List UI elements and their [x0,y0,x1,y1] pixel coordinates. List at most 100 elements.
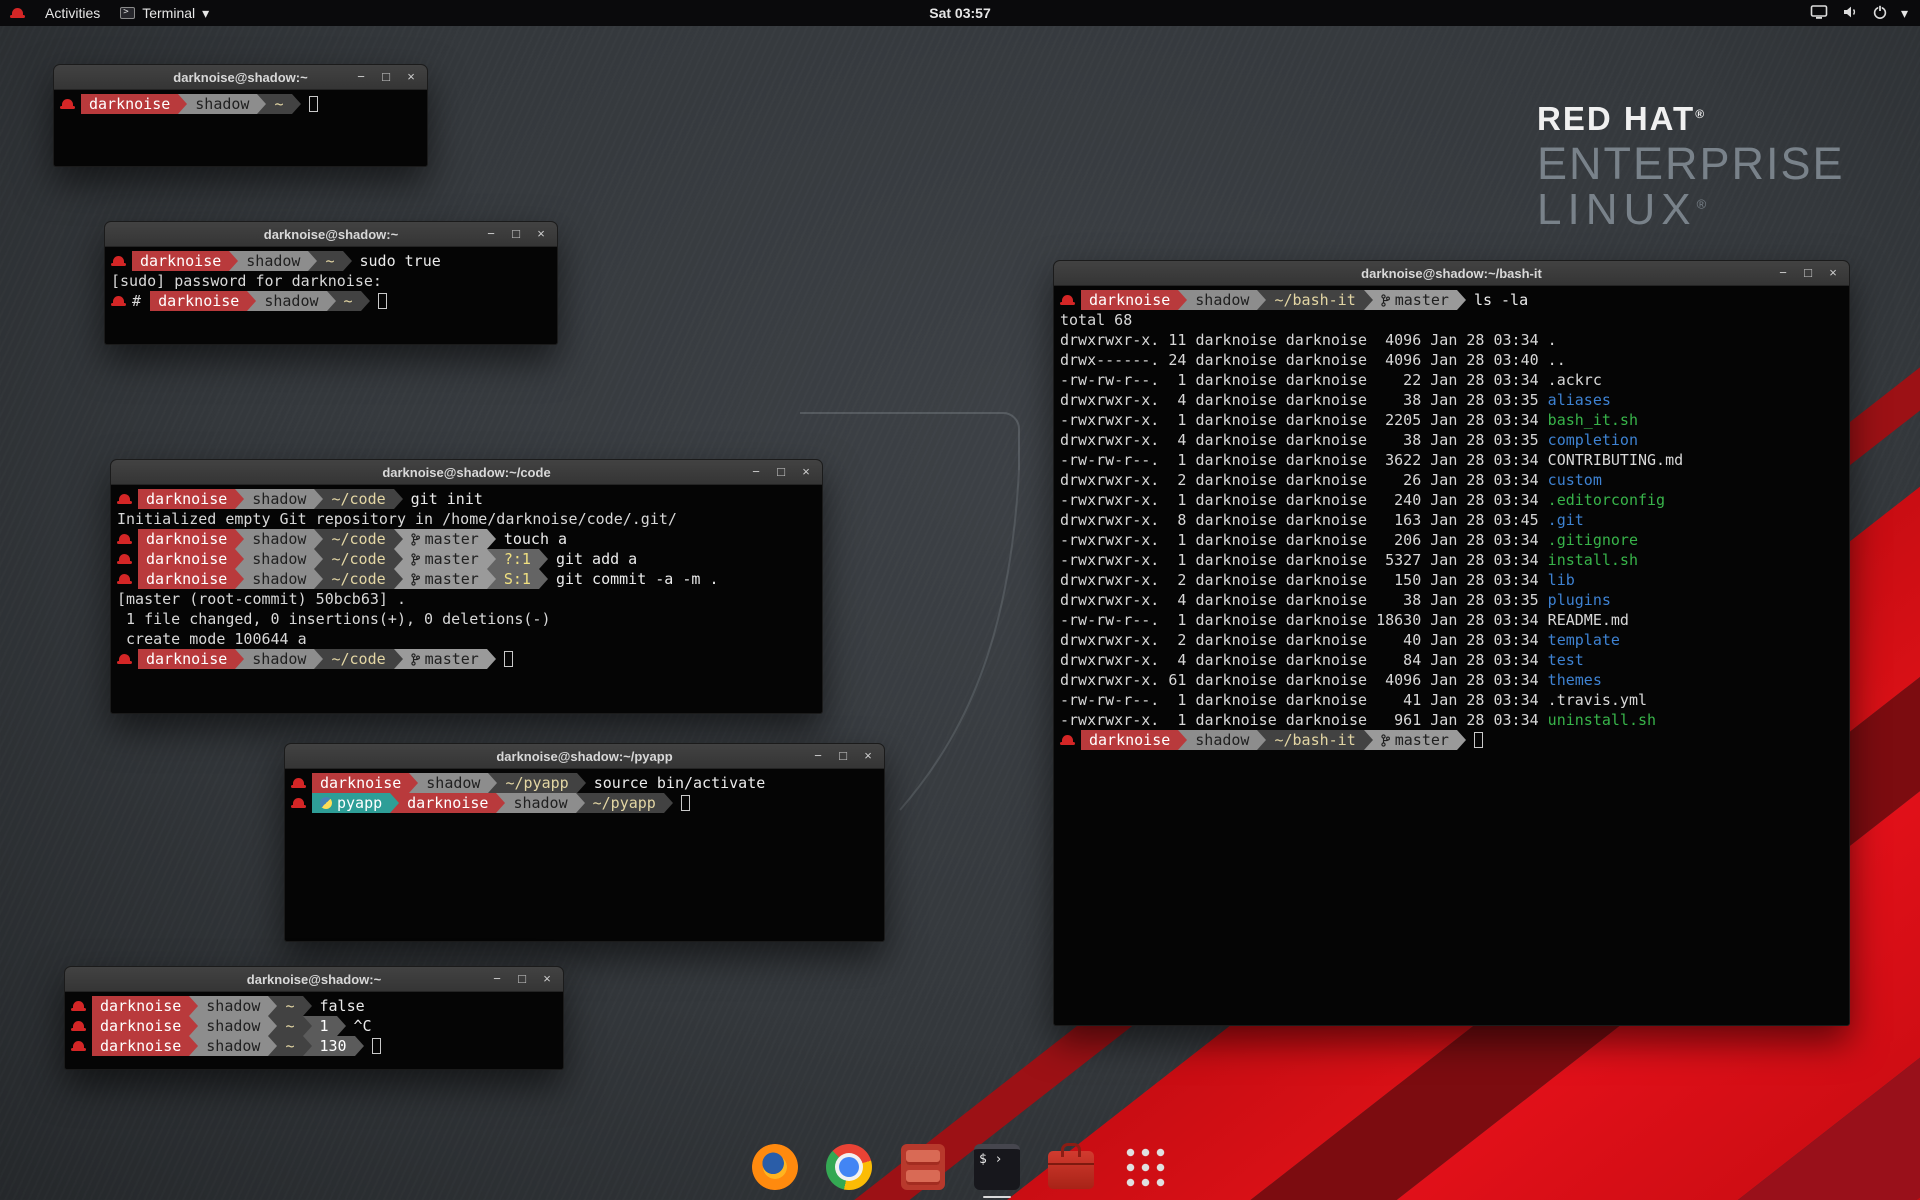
minimize-button[interactable]: − [749,464,763,480]
terminal-text: plugins [1548,590,1611,610]
dock-item-files[interactable] [898,1142,948,1192]
branch-icon [411,573,420,586]
redhat-icon [1060,293,1075,307]
app-menu-terminal[interactable]: Terminal ▾ [110,0,219,26]
activities-button[interactable]: Activities [35,0,110,26]
maximize-button[interactable]: □ [1801,265,1815,281]
terminal-text: -rw-rw-r--. 1 darknoise darknoise 18630 … [1060,610,1548,630]
close-button[interactable]: × [404,69,418,85]
dock-item-grid[interactable] [1120,1142,1170,1192]
powerline-arrow-icon [487,569,496,589]
prompt-segment-user: darknoise [92,996,189,1016]
terminal-line: drwxrwxr-x. 4 darknoise darknoise 38 Jan… [1060,590,1849,610]
window-titlebar[interactable]: darknoise@shadow:~/code−□× [111,460,822,485]
close-button[interactable]: × [861,748,875,764]
powerline-arrow-icon [247,291,256,311]
terminal-text: .ackrc [1548,370,1602,390]
terminal-content[interactable]: darknoiseshadow~/codegit initInitialized… [111,485,822,713]
terminal-line: total 68 [1060,310,1849,330]
terminal-text: drwxrwxr-x. 2 darknoise darknoise 40 Jan… [1060,630,1548,650]
maximize-button[interactable]: □ [836,748,850,764]
powerline-arrow-icon [394,569,403,589]
prompt-segment-path: ~ [317,251,342,271]
minimize-button[interactable]: − [484,226,498,242]
terminal-line: -rw-rw-r--. 1 darknoise darknoise 3622 J… [1060,450,1849,470]
maximize-button[interactable]: □ [515,971,529,987]
powerline-arrow-icon [292,94,301,114]
minimize-button[interactable]: − [490,971,504,987]
prompt-segment-status: ?:1 [496,549,539,569]
window-titlebar[interactable]: darknoise@shadow:~−□× [65,967,563,992]
terminal-content[interactable]: darknoiseshadow~/bash-itmaster ls -latota… [1054,286,1849,1025]
terminal-text: -rw-rw-r--. 1 darknoise darknoise 41 Jan… [1060,690,1548,710]
maximize-button[interactable]: □ [379,69,393,85]
terminal-content[interactable]: darknoiseshadow~/pyappsource bin/activat… [285,769,884,941]
terminal-content[interactable]: darknoiseshadow~falsedarknoiseshadow~1^C… [65,992,563,1069]
powerline-arrow-icon [1457,290,1466,310]
terminal-content[interactable]: darknoiseshadow~sudo true[sudo] password… [105,247,557,344]
window-titlebar[interactable]: darknoise@shadow:~/pyapp−□× [285,744,884,769]
terminal-text: touch a [504,529,567,549]
terminal-line: darknoiseshadow~false [71,996,563,1016]
close-button[interactable]: × [1826,265,1840,281]
terminal-text: -rwxrwxr-x. 1 darknoise darknoise 2205 J… [1060,410,1548,430]
powerline-arrow-icon [1364,730,1373,750]
terminal-line: -rwxrwxr-x. 1 darknoise darknoise 206 Ja… [1060,530,1849,550]
powerline-arrow-icon [235,529,244,549]
close-button[interactable]: × [540,971,554,987]
maximize-button[interactable]: □ [509,226,523,242]
distro-menu[interactable] [0,0,35,26]
redhat-icon [71,1039,86,1053]
window-titlebar[interactable]: darknoise@shadow:~−□× [105,222,557,247]
maximize-button[interactable]: □ [774,464,788,480]
minimize-button[interactable]: − [1776,265,1790,281]
terminal-text: -rw-rw-r--. 1 darknoise darknoise 3622 J… [1060,450,1548,470]
terminal-line: darknoiseshadow~/pyappsource bin/activat… [291,773,884,793]
dock [750,1142,1170,1192]
powerline-arrow-icon [303,996,312,1016]
terminal-content[interactable]: darknoiseshadow~ [54,90,427,166]
dock-item-toolbox[interactable] [1046,1142,1096,1192]
terminal-line: -rw-rw-r--. 1 darknoise darknoise 41 Jan… [1060,690,1849,710]
powerline-arrow-icon [343,251,352,271]
powerline-arrow-icon [1457,730,1466,750]
close-button[interactable]: × [534,226,548,242]
prompt-segment-user: darknoise [81,94,178,114]
terminal-text: git add a [556,549,637,569]
terminal-text: ls -la [1474,290,1528,310]
minimize-button[interactable]: − [354,69,368,85]
terminal-line: # darknoiseshadow~ [111,291,557,311]
window-titlebar[interactable]: darknoise@shadow:~−□× [54,65,427,90]
prompt-segment-code: 1 [312,1016,337,1036]
branch-icon [411,533,420,546]
terminal-line: drwxrwxr-x. 4 darknoise darknoise 84 Jan… [1060,650,1849,670]
close-button[interactable]: × [799,464,813,480]
redhat-icon [117,492,132,506]
terminal-window-w1: darknoise@shadow:~−□×darknoiseshadow~ [53,64,428,167]
powerline-arrow-icon [189,1016,198,1036]
terminal-line: darknoiseshadow~sudo true [111,251,557,271]
clock[interactable]: Sat 03:57 [929,5,990,21]
prompt-segment-user: darknoise [1081,290,1178,310]
minimize-button[interactable]: − [811,748,825,764]
prompt-segment-path: ~/pyapp [497,773,576,793]
prompt-segment-user: darknoise [132,251,229,271]
terminal-window-w3: darknoise@shadow:~/code−□×darknoiseshado… [110,459,823,714]
terminal-text: README.md [1548,610,1629,630]
powerline-arrow-icon [496,793,505,813]
terminal-text: lib [1548,570,1575,590]
terminal-text: [master (root-commit) 50bcb63] . [117,589,406,609]
window-titlebar[interactable]: darknoise@shadow:~/bash-it−□× [1054,261,1849,286]
terminal-text: install.sh [1548,550,1638,570]
prompt-segment-user: darknoise [138,529,235,549]
dock-item-terminal[interactable] [972,1142,1022,1192]
system-menu[interactable]: ▾ [1810,0,1920,26]
prompt-segment-path: ~ [277,1016,302,1036]
dock-item-firefox[interactable] [750,1142,800,1192]
terminal-line: drwxrwxr-x. 4 darknoise darknoise 38 Jan… [1060,390,1849,410]
dock-item-chrome[interactable] [824,1142,874,1192]
terminal-line: darknoiseshadow~/bash-itmaster [1060,730,1849,750]
terminal-text: test [1548,650,1584,670]
terminal-text: CONTRIBUTING.md [1548,450,1683,470]
powerline-arrow-icon [229,251,238,271]
